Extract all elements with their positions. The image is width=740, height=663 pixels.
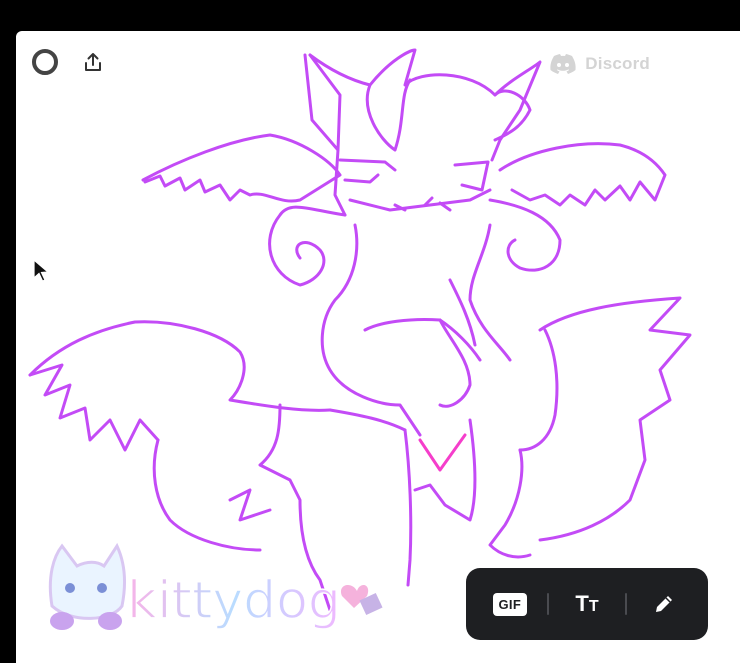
discord-logo-icon (550, 54, 576, 74)
logo-text: kittydog (127, 571, 341, 631)
kittydog-logo: kittydog (48, 542, 383, 632)
draw-toolbar: GIF TT (466, 568, 708, 640)
toolbar-divider (547, 593, 550, 615)
watermark-label: Discord (585, 54, 650, 73)
text-button[interactable]: TT (565, 582, 609, 626)
gif-button[interactable]: GIF (488, 582, 532, 626)
pencil-icon (656, 596, 673, 612)
color-picker-button[interactable] (32, 49, 58, 75)
gif-label: GIF (492, 592, 528, 616)
draw-button[interactable] (642, 582, 686, 626)
text-tool-icon: TT (575, 591, 599, 616)
toolbar-divider (624, 593, 627, 615)
mouse-cursor-icon (33, 258, 50, 282)
discord-watermark: Discord (549, 53, 650, 75)
share-icon (85, 53, 101, 71)
share-button[interactable] (80, 49, 106, 75)
